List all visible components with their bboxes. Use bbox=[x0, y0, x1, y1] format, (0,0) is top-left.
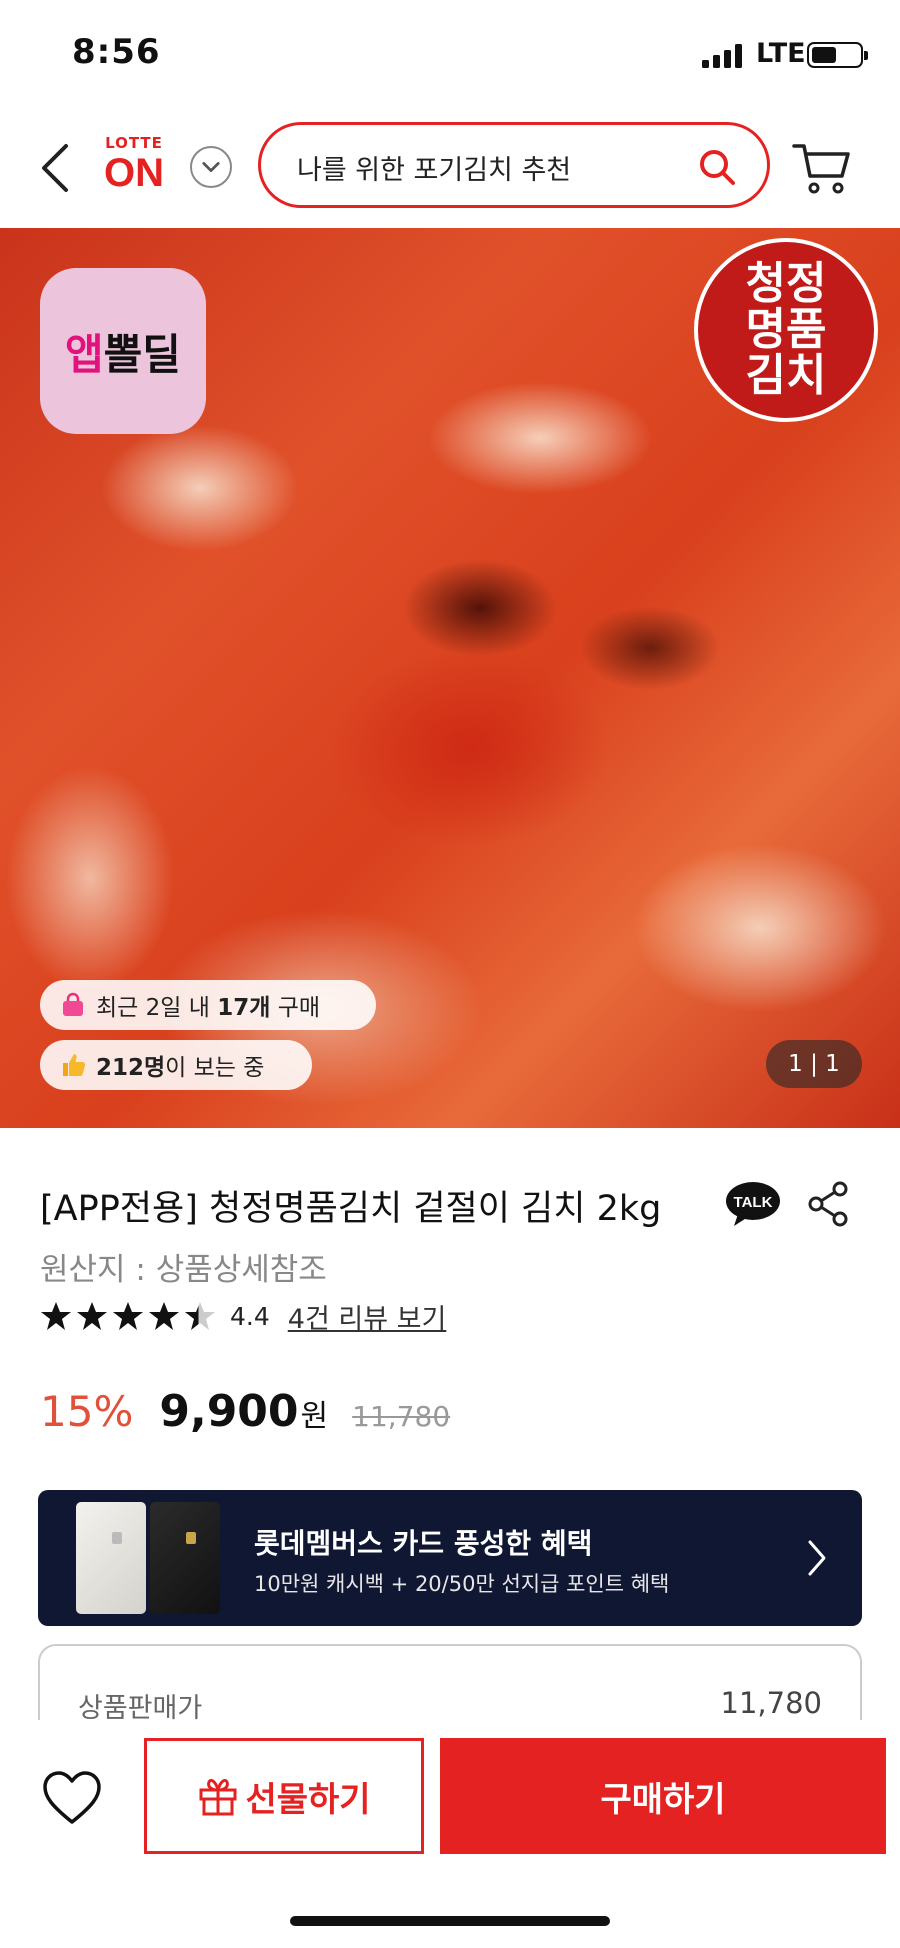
heart-icon[interactable] bbox=[42, 1770, 102, 1826]
brand-seal-line: 청정 bbox=[745, 258, 827, 309]
image-counter: 1 | 1 bbox=[766, 1040, 862, 1088]
rating-score: 4.4 bbox=[230, 1301, 270, 1331]
status-time: 8:56 bbox=[72, 32, 161, 72]
viewers-pill: 212명 이 보는 중 bbox=[40, 1040, 312, 1090]
top-header: LOTTE ON 나를 위한 포기김치 추천 bbox=[0, 110, 900, 228]
app-badge-text: 뽈딜 bbox=[103, 329, 181, 379]
buy-button-label: 구매하기 bbox=[600, 1779, 726, 1820]
star-icon bbox=[41, 1302, 71, 1330]
half-star-icon bbox=[185, 1302, 215, 1330]
origin-text: 원산지 : 상품상세참조 bbox=[40, 1252, 327, 1288]
viewers-count: 212명 bbox=[96, 1055, 166, 1081]
logo-top-text: LOTTE bbox=[105, 134, 163, 152]
search-input[interactable]: 나를 위한 포기김치 추천 bbox=[258, 122, 770, 208]
search-icon[interactable] bbox=[697, 147, 737, 187]
product-image[interactable]: 앱 뽈딜 청정 명품 김치 최근 2일 내 17개 구매 212명 이 보는 중 1… bbox=[0, 228, 900, 1128]
cart-icon[interactable] bbox=[792, 140, 852, 196]
original-price: 11,780 bbox=[352, 1400, 451, 1433]
white-card-image bbox=[76, 1502, 146, 1614]
battery-icon bbox=[807, 42, 868, 68]
shopping-bag-icon bbox=[63, 992, 83, 1016]
recent-purchase-suffix: 구매 bbox=[270, 995, 321, 1021]
discount-rate: 15% bbox=[40, 1387, 134, 1436]
brand-seal-line: 명품 bbox=[745, 304, 827, 355]
talk-label: TALK bbox=[734, 1194, 773, 1211]
gift-button[interactable]: 선물하기 bbox=[144, 1738, 424, 1854]
gift-icon bbox=[199, 1778, 237, 1816]
talk-chat-icon[interactable]: TALK bbox=[724, 1180, 782, 1230]
black-card-image bbox=[150, 1502, 220, 1614]
chevron-right-icon bbox=[808, 1540, 826, 1576]
recent-purchase-count: 17개 bbox=[217, 995, 271, 1021]
app-badge-accent: 앱 bbox=[65, 329, 104, 379]
home-indicator bbox=[290, 1916, 610, 1926]
thumbs-up-icon bbox=[63, 1054, 86, 1076]
star-icon bbox=[149, 1302, 179, 1330]
star-icon bbox=[113, 1302, 143, 1330]
viewers-suffix: 이 보는 중 bbox=[165, 1055, 265, 1081]
gift-button-label: 선물하기 bbox=[245, 1779, 371, 1820]
bottom-action-bar: 선물하기 구매하기 bbox=[0, 1720, 900, 1948]
brand-seal-logo: 청정 명품 김치 bbox=[694, 238, 878, 422]
logo-main-text: ON bbox=[104, 151, 164, 195]
recent-purchase-pill: 최근 2일 내 17개 구매 bbox=[40, 980, 376, 1030]
card-benefit-banner[interactable]: 롯데멤버스 카드 풍성한 혜택 10만원 캐시백 + 20/50만 선지급 포인… bbox=[38, 1490, 862, 1626]
status-bar: 8:56 LTE bbox=[0, 0, 900, 110]
search-text: 나를 위한 포기김치 추천 bbox=[297, 155, 572, 186]
banner-title: 롯데멤버스 카드 풍성한 혜택 bbox=[254, 1527, 593, 1560]
currency-label: 원 bbox=[300, 1399, 329, 1434]
back-arrow-icon[interactable] bbox=[36, 138, 76, 198]
star-icon bbox=[77, 1302, 107, 1330]
lotte-on-logo[interactable]: LOTTE ON bbox=[94, 134, 174, 204]
brand-seal-line: 김치 bbox=[745, 350, 827, 401]
rating-stars bbox=[40, 1300, 220, 1332]
sale-price: 9,900 bbox=[159, 1386, 299, 1437]
price-row: 15% 9,900 원 11,780 bbox=[40, 1386, 450, 1446]
rating-row: 4.4 4건 리뷰 보기 bbox=[40, 1297, 447, 1336]
share-icon[interactable] bbox=[806, 1180, 850, 1228]
buy-button[interactable]: 구매하기 bbox=[440, 1738, 886, 1854]
recent-purchase-prefix: 최근 2일 내 bbox=[96, 995, 218, 1021]
banner-subtitle: 10만원 캐시백 + 20/50만 선지급 포인트 혜택 bbox=[254, 1572, 670, 1596]
chevron-down-icon[interactable] bbox=[190, 146, 232, 188]
price-detail-value: 11,780 bbox=[720, 1686, 822, 1720]
signal-icon bbox=[702, 44, 742, 68]
network-label: LTE bbox=[756, 38, 806, 69]
app-deal-badge: 앱 뽈딜 bbox=[40, 268, 206, 434]
review-link[interactable]: 4건 리뷰 보기 bbox=[288, 1297, 447, 1336]
product-title: [APP전용] 청정명품김치 겉절이 김치 2kg bbox=[40, 1189, 662, 1229]
